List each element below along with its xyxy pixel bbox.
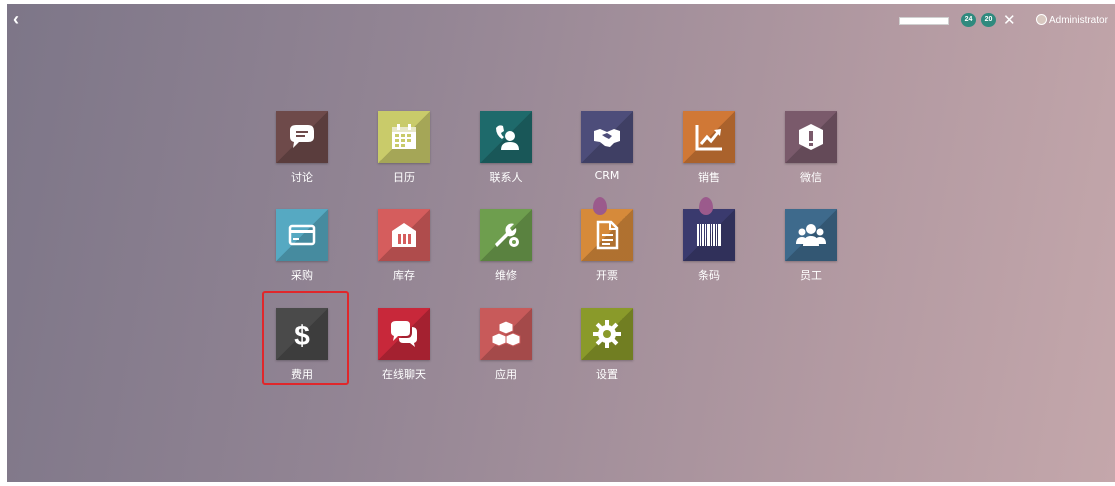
- app-label: 开票: [596, 269, 618, 282]
- chat-bubbles-icon: [391, 321, 417, 347]
- app-wechat[interactable]: 微信: [766, 111, 856, 191]
- app-tile: [276, 209, 328, 261]
- app-label: 应用: [495, 368, 517, 381]
- app-tile: [785, 111, 837, 163]
- app-label: 讨论: [291, 171, 313, 184]
- app-tile: [683, 209, 735, 261]
- contact-phone-icon: [496, 125, 519, 150]
- app-tile: [480, 209, 532, 261]
- app-calendar[interactable]: 日历: [359, 111, 449, 191]
- app-tile: [480, 308, 532, 360]
- app-sales[interactable]: 销售: [664, 111, 754, 191]
- calendar-icon: [392, 124, 416, 149]
- app-label: 微信: [800, 171, 822, 184]
- app-tile: [581, 209, 633, 261]
- people-icon: [796, 224, 826, 246]
- user-name: Administrator: [1049, 15, 1108, 26]
- app-tile: [378, 111, 430, 163]
- notification-count: 20: [984, 16, 993, 23]
- app-label: 维修: [495, 269, 517, 282]
- credit-card-icon: [288, 224, 316, 246]
- app-inventory[interactable]: 库存: [359, 209, 449, 289]
- app-label: 销售: [698, 171, 720, 184]
- trend-chart-icon: [695, 125, 722, 151]
- drop-decoration: [699, 197, 713, 215]
- app-apps[interactable]: 应用: [461, 308, 551, 388]
- chevron-left-icon[interactable]: ‹: [13, 10, 29, 28]
- app-label: 员工: [800, 269, 822, 282]
- app-maintenance[interactable]: 维修: [461, 209, 551, 289]
- app-tile: [378, 308, 430, 360]
- app-label: 库存: [393, 269, 415, 282]
- chat-bubble-icon[interactable]: 24: [961, 13, 976, 27]
- app-contacts[interactable]: 联系人: [461, 111, 551, 191]
- app-label: 联系人: [489, 171, 523, 184]
- speech-bubble-icon: [290, 125, 314, 148]
- app-crm[interactable]: CRM: [562, 111, 652, 191]
- app-label: 在线聊天: [382, 368, 426, 381]
- app-label: 条码: [698, 269, 720, 282]
- close-icon[interactable]: ✕: [1003, 11, 1016, 29]
- app-tile: [480, 111, 532, 163]
- home-menu-screen: ‹ 24 20 ✕ Administrator 讨论 日历 联系人 CRM 销售…: [7, 4, 1115, 482]
- app-barcode[interactable]: 条码: [664, 197, 754, 289]
- gear-icon: [593, 320, 621, 348]
- dollar-icon: $: [294, 320, 310, 349]
- app-tile: [378, 209, 430, 261]
- avatar: [1036, 14, 1047, 25]
- app-label: 日历: [393, 171, 415, 184]
- app-label: 采购: [291, 269, 313, 282]
- cubes-icon: [491, 320, 521, 347]
- app-tile: [276, 111, 328, 163]
- app-livechat[interactable]: 在线聊天: [359, 308, 449, 388]
- app-label: 设置: [596, 368, 618, 381]
- chat-bubble-icon[interactable]: 20: [981, 13, 996, 27]
- app-settings[interactable]: 设置: [562, 308, 652, 388]
- wrench-gear-icon: [495, 223, 519, 247]
- app-tile: [785, 209, 837, 261]
- progress-bar: [899, 17, 949, 25]
- warehouse-icon: [392, 223, 416, 247]
- app-discuss[interactable]: 讨论: [257, 111, 347, 191]
- app-employees[interactable]: 员工: [766, 209, 856, 289]
- user-menu[interactable]: Administrator: [1036, 12, 1108, 30]
- handshake-icon: [594, 129, 620, 147]
- notification-count: 24: [964, 16, 973, 23]
- box-exclamation-icon: [799, 124, 823, 150]
- app-tile: [581, 111, 633, 163]
- svg-text:$: $: [294, 320, 310, 349]
- invoice-icon: [596, 220, 619, 250]
- app-purchase[interactable]: 采购: [257, 209, 347, 289]
- drop-decoration: [593, 197, 607, 215]
- barcode-icon: [697, 224, 721, 246]
- app-invoicing[interactable]: 开票: [562, 197, 652, 289]
- app-label: CRM: [594, 169, 620, 182]
- app-tile: [581, 308, 633, 360]
- progress-fill: [900, 18, 948, 24]
- app-tile: [683, 111, 735, 163]
